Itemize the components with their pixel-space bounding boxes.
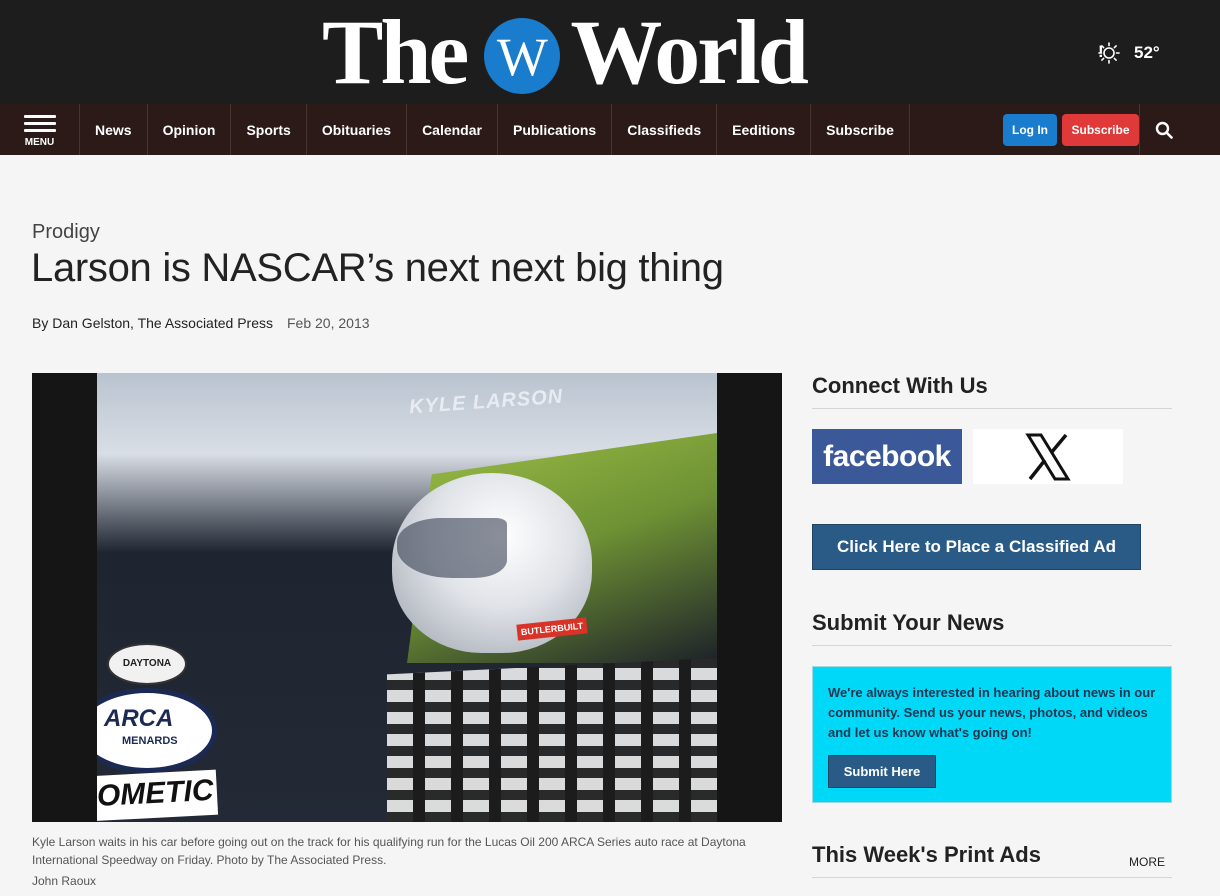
place-classified-ad-button[interactable]: Click Here to Place a Classified Ad [812, 524, 1141, 570]
nav-item-subscribe[interactable]: Subscribe [811, 104, 910, 155]
arca-decal-text: ARCA [104, 705, 174, 732]
helmet-visor [397, 518, 507, 578]
dometic-decal: OMETIC [97, 769, 219, 822]
submit-news-box: We're always interested in hearing about… [812, 666, 1172, 803]
article-photo[interactable]: KYLE LARSON DAYTONA ARCA MENARDS OMETIC … [32, 373, 782, 822]
logo-world: World [570, 1, 808, 103]
weather-widget[interactable]: 52° [1098, 42, 1160, 64]
hamburger-icon [23, 111, 56, 136]
facebook-label: facebook [823, 439, 951, 473]
logo-the: The [322, 1, 469, 103]
search-icon [1155, 121, 1173, 139]
nav-item-sports[interactable]: Sports [231, 104, 307, 155]
x-logo-icon [1025, 433, 1071, 480]
dometic-decal-text: OMETIC [97, 773, 215, 813]
menards-decal-text: MENARDS [122, 735, 178, 747]
menu-button[interactable]: MENU [0, 104, 80, 155]
nav-item-opinion[interactable]: Opinion [148, 104, 232, 155]
daytona-decal-text: DAYTONA [122, 658, 172, 669]
print-ads-heading: This Week's Print Ads [812, 842, 1172, 878]
nav-item-calendar[interactable]: Calendar [407, 104, 498, 155]
subscribe-button[interactable]: Subscribe [1062, 113, 1139, 146]
login-button[interactable]: Log In [1003, 113, 1057, 146]
nav-item-obituaries[interactable]: Obituaries [307, 104, 408, 155]
submit-here-button[interactable]: Submit Here [828, 755, 936, 788]
temperature: 52° [1134, 43, 1160, 62]
article-date: Feb 20, 2013 [287, 315, 370, 331]
masthead: The W World 52° ! [0, 0, 1220, 104]
connect-heading: Connect With Us [812, 373, 1172, 409]
alert-icon[interactable]: ! [1098, 42, 1104, 62]
submit-news-heading: Submit Your News [812, 610, 1172, 646]
submit-news-text: We're always interested in hearing about… [828, 685, 1156, 740]
nav-actions: Log In Subscribe [1003, 104, 1187, 155]
site-logo[interactable]: The W World [322, 0, 809, 104]
x-button[interactable] [973, 429, 1123, 484]
arca-decal: ARCA MENARDS [97, 688, 217, 773]
nav-item-publications[interactable]: Publications [498, 104, 613, 155]
window-net-straps [387, 658, 717, 822]
article-headline: Larson is NASCAR’s next next big thing [31, 246, 724, 290]
car-driver-name: KYLE LARSON [408, 385, 564, 419]
daytona-decal: DAYTONA [107, 643, 187, 685]
print-ads-more-link[interactable]: MORE [1129, 855, 1165, 869]
facebook-button[interactable]: facebook [812, 429, 962, 484]
menu-label: MENU [24, 137, 55, 148]
article-byline[interactable]: By Dan Gelston, The Associated Press [32, 315, 273, 331]
article-kicker[interactable]: Prodigy [32, 221, 100, 244]
photo-scene: KYLE LARSON DAYTONA ARCA MENARDS OMETIC … [97, 373, 717, 822]
nav-item-classifieds[interactable]: Classifieds [612, 104, 718, 155]
nav-item-news[interactable]: News [80, 104, 148, 155]
photo-caption: Kyle Larson waits in his car before goin… [32, 835, 746, 867]
photo-credit: John Raoux [32, 874, 97, 888]
logo-w-icon: W [484, 18, 561, 94]
search-button[interactable] [1139, 104, 1187, 155]
main-nav: MENU News Opinion Sports Obituaries Cale… [0, 104, 1220, 155]
nav-item-eeditions[interactable]: Eeditions [717, 104, 812, 155]
